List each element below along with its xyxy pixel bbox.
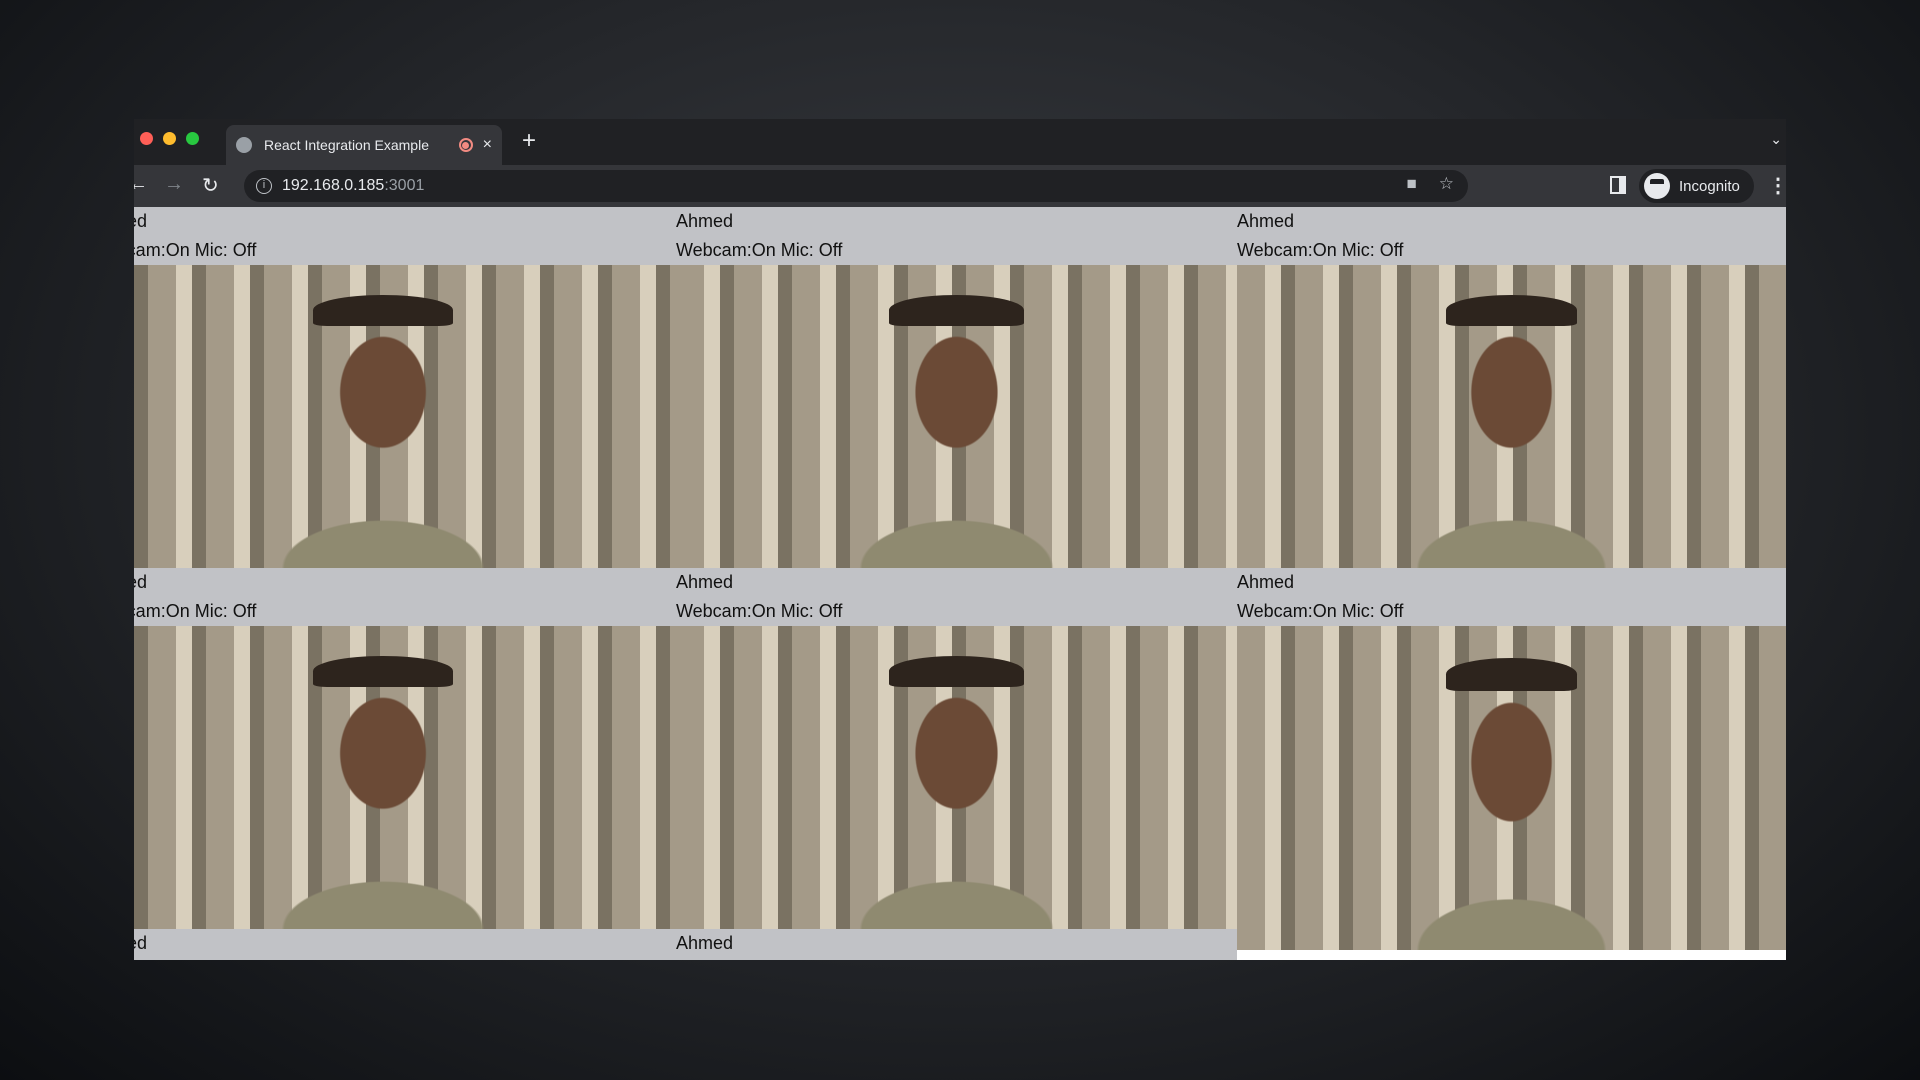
- recording-icon: [458, 138, 473, 152]
- side-panel-icon[interactable]: [1610, 176, 1626, 194]
- participant-status: Webcam:On Mic: Off: [676, 601, 843, 621]
- tab-strip: React Integration Example × + ⌄: [134, 119, 1786, 165]
- profile-label: Incognito: [1679, 177, 1740, 195]
- address-host: 192.168.0.185: [282, 177, 385, 194]
- window-controls: [140, 132, 199, 145]
- participant-status: Webcam:On Mic: Off: [134, 601, 257, 621]
- bookmark-star-icon[interactable]: ☆: [1439, 174, 1454, 194]
- webcam-video: [134, 626, 676, 929]
- page-content: Ahmed Webcam:On Mic: Off Ahmed Webcam:On Mi…: [134, 207, 1786, 960]
- participant-tile: Ahmed Webcam:On Mic: Off: [1237, 207, 1786, 568]
- minimize-window-button[interactable]: [163, 132, 176, 145]
- webcam-video: [676, 626, 1237, 929]
- participant-tile: Ahmed Webcam:On Mic: Off: [1237, 568, 1786, 950]
- browser-window: React Integration Example × + ⌄ ← → ↻ i …: [134, 119, 1786, 960]
- incognito-icon: [1644, 173, 1670, 199]
- participant-name: Ahmed: [134, 572, 148, 592]
- participant-tile: Ahmed: [134, 929, 676, 960]
- participant-name: Ahmed: [134, 933, 148, 953]
- globe-icon: [236, 137, 252, 153]
- participant-status: Webcam:On Mic: Off: [1237, 240, 1404, 260]
- address-bar[interactable]: i 192.168.0.185:3001 ■ ☆: [244, 170, 1468, 202]
- zoom-window-button[interactable]: [186, 132, 199, 145]
- close-window-button[interactable]: [140, 132, 153, 145]
- tab-title: React Integration Example: [264, 137, 429, 153]
- participant-tile: Ahmed Webcam:On Mic: Off: [134, 568, 676, 929]
- participant-tile: Ahmed: [676, 929, 1237, 960]
- close-tab-button[interactable]: ×: [483, 136, 492, 154]
- reload-button[interactable]: ↻: [202, 173, 219, 198]
- address-port: :3001: [384, 177, 425, 194]
- participant-tile: Ahmed Webcam:On Mic: Off: [134, 207, 676, 568]
- profile-button[interactable]: Incognito: [1639, 169, 1754, 203]
- back-button[interactable]: ←: [134, 173, 148, 196]
- menu-kebab-icon[interactable]: ⋮: [1768, 173, 1786, 198]
- webcam-video: [1237, 265, 1786, 568]
- participant-name: Ahmed: [676, 933, 734, 953]
- participant-name: Ahmed: [1237, 572, 1295, 592]
- webcam-video: [134, 265, 676, 568]
- participant-status: Webcam:On Mic: Off: [676, 240, 843, 260]
- participant-name: Ahmed: [676, 572, 734, 592]
- webcam-video: [676, 265, 1237, 568]
- camera-icon[interactable]: ■: [1406, 174, 1416, 194]
- toolbar: ← → ↻ i 192.168.0.185:3001 ■ ☆ Incognito…: [134, 165, 1786, 207]
- participant-tile: Ahmed Webcam:On Mic: Off: [676, 568, 1237, 929]
- participant-status: Webcam:On Mic: Off: [134, 240, 257, 260]
- participant-status: Webcam:On Mic: Off: [1237, 601, 1404, 621]
- participant-tile: Ahmed Webcam:On Mic: Off: [676, 207, 1237, 568]
- new-tab-button[interactable]: +: [522, 127, 536, 155]
- participant-name: Ahmed: [676, 211, 734, 231]
- webcam-video: [1237, 626, 1786, 950]
- tab-search-chevron-icon[interactable]: ⌄: [1770, 131, 1782, 148]
- participant-name: Ahmed: [134, 211, 148, 231]
- tab-react-integration-example[interactable]: React Integration Example ×: [226, 125, 502, 165]
- participant-name: Ahmed: [1237, 211, 1295, 231]
- forward-button[interactable]: →: [164, 173, 184, 196]
- info-icon[interactable]: i: [256, 178, 272, 194]
